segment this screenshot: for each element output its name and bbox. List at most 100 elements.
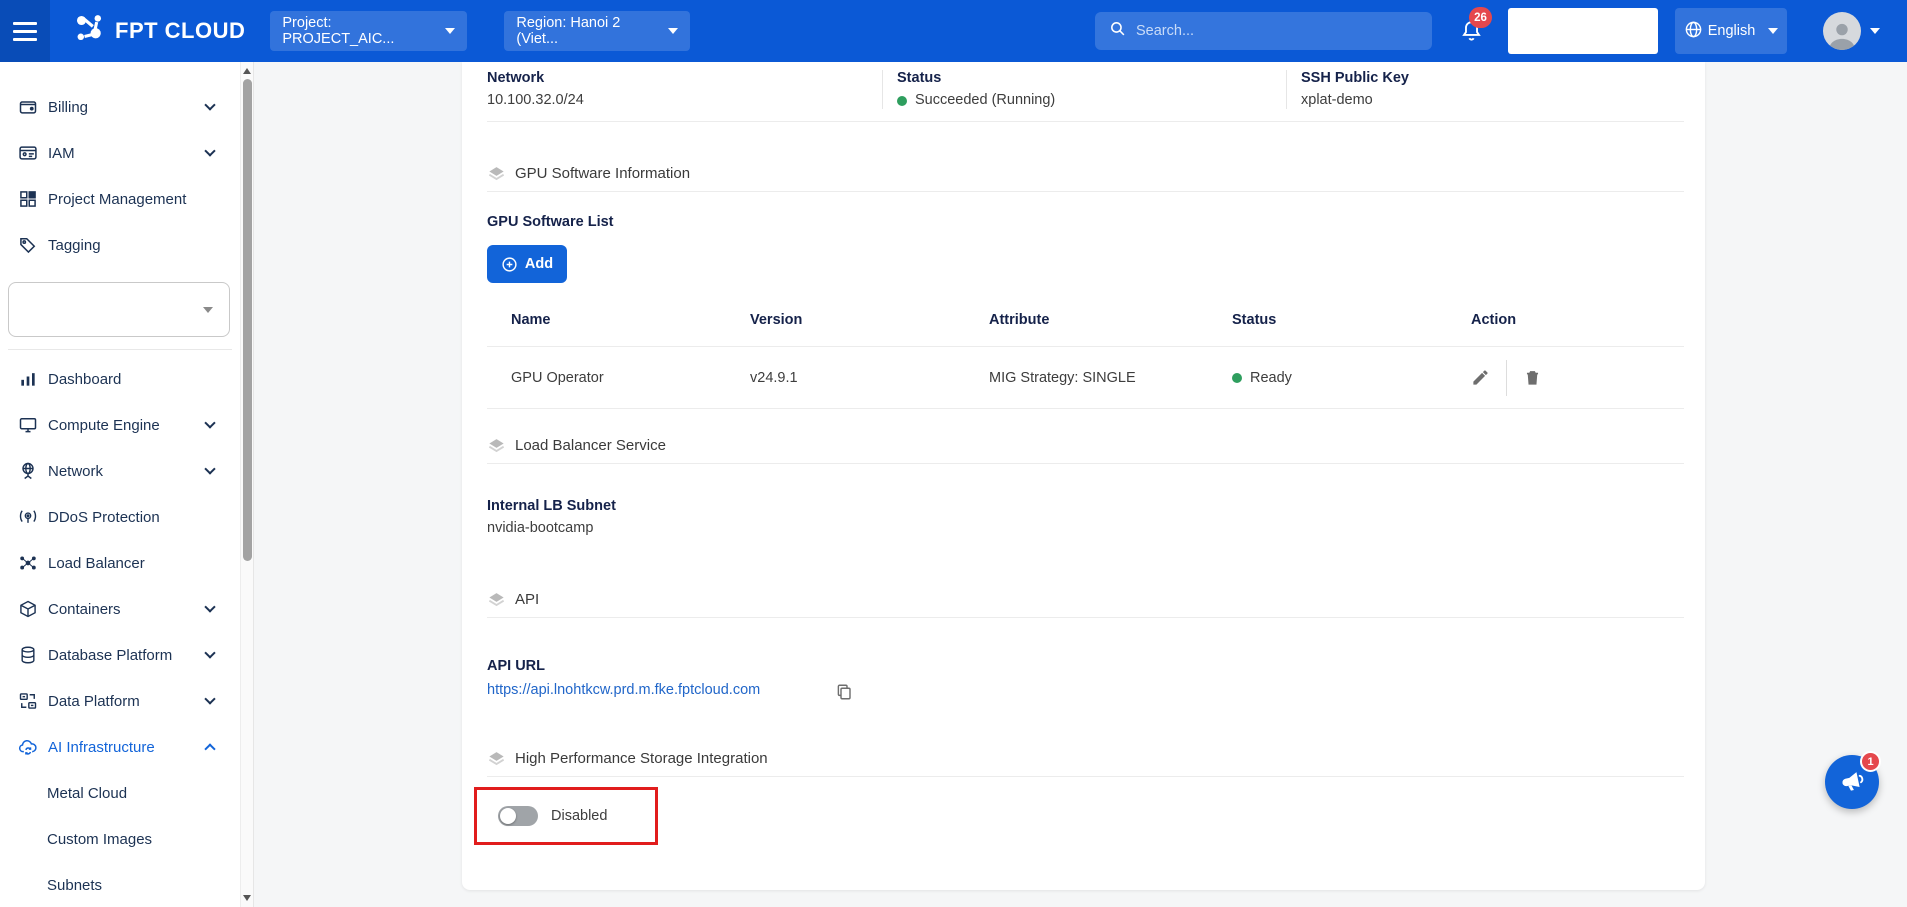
cell-name: GPU Operator <box>511 370 750 386</box>
cell-action <box>1471 360 1684 396</box>
section-title: GPU Software Information <box>515 165 690 182</box>
project-selector-label: Project: PROJECT_AIC... <box>282 15 431 47</box>
scrollbar-down-arrow[interactable] <box>243 895 251 901</box>
status-field: Status Succeeded (Running) <box>882 70 1286 109</box>
sidebar-item-ai-infrastructure[interactable]: AI Infrastructure <box>0 724 240 770</box>
cluster-detail-card: Network 10.100.32.0/24 Status Succeeded … <box>462 62 1705 890</box>
sidebar-subitem-custom-images[interactable]: Custom Images <box>0 816 240 862</box>
add-gpu-software-button[interactable]: Add <box>487 245 567 283</box>
gpu-software-list-label: GPU Software List <box>487 214 1684 231</box>
sidebar-item-database-platform[interactable]: Database Platform <box>0 632 240 678</box>
navbar-widget-placeholder[interactable] <box>1508 8 1658 54</box>
announcements-floating-button[interactable]: 1 <box>1825 755 1879 809</box>
chevron-down-icon <box>204 417 215 428</box>
tag-icon <box>18 235 38 255</box>
sidebar-item-containers[interactable]: Containers <box>0 586 240 632</box>
sidebar-item-billing[interactable]: Billing <box>0 84 240 130</box>
status-dot-green <box>1232 373 1242 383</box>
avatar-chevron-down-icon[interactable] <box>1870 28 1880 34</box>
layers-icon <box>487 436 506 455</box>
cluster-info-row: Network 10.100.32.0/24 Status Succeeded … <box>487 62 1684 122</box>
chevron-down-icon <box>204 145 215 156</box>
globe-stand-icon <box>18 461 38 481</box>
hpsi-toggle-highlight-box: Disabled <box>474 787 658 845</box>
sidebar-item-data-platform[interactable]: Data Platform <box>0 678 240 724</box>
main-content-area: Network 10.100.32.0/24 Status Succeeded … <box>255 62 1907 907</box>
action-divider <box>1506 360 1507 396</box>
chevron-down-icon <box>204 99 215 110</box>
chevron-down-icon <box>204 693 215 704</box>
ssh-key-value: xplat-demo <box>1301 92 1674 109</box>
region-selector[interactable]: Region: Hanoi 2 (Viet... <box>504 11 690 51</box>
chevron-down-icon <box>445 28 455 34</box>
api-url-link[interactable]: https://api.lnohtkcw.prd.m.fke.fptcloud.… <box>487 680 787 702</box>
layers-icon <box>487 590 506 609</box>
search-input[interactable] <box>1136 23 1418 39</box>
cube-icon <box>18 599 38 619</box>
sidebar-project-select[interactable] <box>8 282 230 337</box>
shield-radar-icon <box>18 507 38 527</box>
toggle-knob <box>500 808 516 824</box>
hpsi-toggle-switch-off[interactable] <box>498 806 538 826</box>
section-api: API <box>487 590 1684 609</box>
sidebar-item-ddos-protection[interactable]: DDoS Protection <box>0 494 240 540</box>
globe-icon <box>1684 20 1703 43</box>
sidebar-item-project-management[interactable]: Project Management <box>0 176 240 222</box>
copy-api-url-button[interactable] <box>835 682 853 702</box>
sidebar-item-compute-engine[interactable]: Compute Engine <box>0 402 240 448</box>
sidebar-item-label: Billing <box>48 99 88 116</box>
sidebar-item-label: IAM <box>48 145 75 162</box>
language-label: English <box>1708 23 1756 39</box>
section-divider <box>487 617 1684 618</box>
hamburger-menu-button[interactable] <box>0 0 50 62</box>
scrollbar-thumb[interactable] <box>243 79 252 561</box>
sidebar-item-label: AI Infrastructure <box>48 739 155 756</box>
section-load-balancer-service: Load Balancer Service <box>487 436 1684 455</box>
table-header-row: Name Version Attribute Status Action <box>487 293 1684 347</box>
sidebar-item-dashboard[interactable]: Dashboard <box>0 356 240 402</box>
bar-chart-icon <box>18 369 38 389</box>
trash-icon <box>1523 368 1542 387</box>
delete-button[interactable] <box>1523 368 1542 387</box>
cell-version: v24.9.1 <box>750 370 989 386</box>
network-label: Network <box>487 70 872 87</box>
user-avatar[interactable] <box>1823 12 1861 50</box>
chevron-down-icon <box>204 647 215 658</box>
fpt-cloud-logo[interactable]: FPT CLOUD <box>73 12 245 51</box>
language-selector[interactable]: English <box>1675 8 1787 54</box>
internal-lb-subnet-label: Internal LB Subnet <box>487 498 1684 515</box>
sidebar-item-label: Tagging <box>48 237 101 254</box>
notifications-button[interactable]: 26 <box>1459 18 1485 44</box>
sidebar-subitem-subnets[interactable]: Subnets <box>0 862 240 907</box>
sidebar-item-label: DDoS Protection <box>48 509 160 526</box>
col-header-action: Action <box>1471 312 1684 328</box>
section-divider <box>487 191 1684 192</box>
project-selector[interactable]: Project: PROJECT_AIC... <box>270 11 467 51</box>
notification-count-badge: 26 <box>1469 7 1492 28</box>
sidebar-item-load-balancer[interactable]: Load Balancer <box>0 540 240 586</box>
pencil-icon <box>1471 368 1490 387</box>
col-header-attribute: Attribute <box>989 312 1232 328</box>
api-url-row: https://api.lnohtkcw.prd.m.fke.fptcloud.… <box>487 680 1684 702</box>
status-value: Succeeded (Running) <box>915 92 1055 109</box>
sidebar-nav: Billing IAM Project <box>0 62 254 907</box>
sidebar-item-tagging[interactable]: Tagging <box>0 222 240 268</box>
edit-button[interactable] <box>1471 368 1490 387</box>
api-url-label: API URL <box>487 658 1684 675</box>
col-header-status: Status <box>1232 312 1471 328</box>
sidebar-subitem-metal-cloud[interactable]: Metal Cloud <box>0 770 240 816</box>
chevron-up-icon <box>204 743 215 754</box>
section-divider <box>487 463 1684 464</box>
sidebar-item-label: Metal Cloud <box>47 785 127 802</box>
sidebar-item-label: Network <box>48 463 103 480</box>
sidebar-item-iam[interactable]: IAM <box>0 130 240 176</box>
network-field: Network 10.100.32.0/24 <box>487 70 882 109</box>
scrollbar-up-arrow[interactable] <box>243 68 251 74</box>
announcement-count-badge: 1 <box>1860 751 1881 772</box>
sidebar-item-network[interactable]: Network <box>0 448 240 494</box>
network-value: 10.100.32.0/24 <box>487 92 872 109</box>
sidebar-divider <box>8 349 232 350</box>
cloud-sync-icon <box>18 737 38 757</box>
status-label: Status <box>897 70 1276 87</box>
sidebar-scrollbar[interactable] <box>240 62 253 907</box>
